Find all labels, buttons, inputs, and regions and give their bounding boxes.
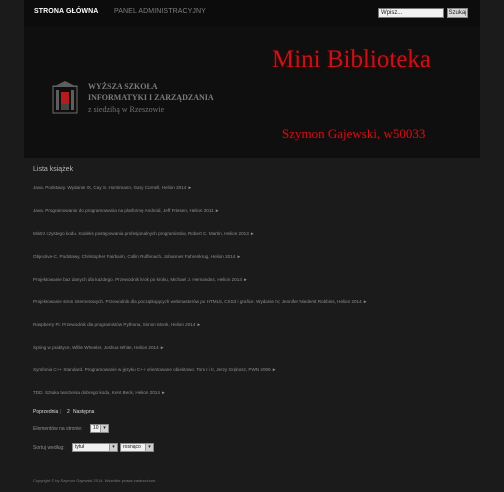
pagination-next-link[interactable]: Następna [73,409,94,415]
nav-home-link[interactable]: STRONA GŁÓWNA [34,8,98,15]
header-banner: WYŻSZA SZKOŁA INFORMATYKI I ZARZĄDZANIA … [24,26,480,158]
search-input[interactable]: Wpisz... [378,8,444,18]
sort-field-value: tytuł [75,444,85,450]
school-name-line2: INFORMATYKI I ZARZĄDZANIA [88,93,214,102]
top-navigation-bar: STRONA GŁÓWNA PANEL ADMINISTRACYJNY Wpis… [24,0,480,26]
pagination-separator: | [60,409,62,415]
sort-order-value: rosnąco [123,444,141,450]
per-page-value: 10 [93,425,99,431]
author-name: Szymon Gajewski, w50033 [282,126,426,141]
pagination-current-page: 2 [67,409,70,415]
per-page-label: Elementów na stronie: [33,426,83,432]
school-location: z siedzibą w Rzeszowie [88,105,165,114]
book-list-item[interactable]: Mistrz czystego kodu. Kodeks postępowani… [33,231,255,236]
per-page-select[interactable]: 10 ▾ [90,424,109,433]
nav-admin-link[interactable]: PANEL ADMINISTRACYJNY [114,8,206,15]
school-logo-icon [52,81,78,114]
sort-order-select[interactable]: rosnąco ▾ [120,443,154,452]
book-list-item[interactable]: Java. Podstawy. Wydanie IX, Cay S. Horst… [33,185,192,190]
chevron-down-icon: ▾ [100,425,108,432]
sort-label: Sortuj według: [33,445,65,451]
book-list-item[interactable]: Symfonia C++ Standard. Programowanie w j… [33,367,276,372]
book-list-item[interactable]: Projektowanie baz danych dla każdego. Pr… [33,277,248,282]
footer-copyright: Copyright © by Szymon Gajewski 2014. Wsz… [33,478,157,483]
book-list-item[interactable]: Projektowanie stron internetowych. Przew… [33,299,367,304]
site-title: Mini Biblioteka [272,46,432,73]
sort-field-select[interactable]: tytuł ▾ [72,443,118,452]
search-button[interactable]: Szukaj [447,8,468,18]
book-list-item[interactable]: TDD. Sztuka tworzenia dobrego kodu, Kent… [33,390,166,395]
book-list-item[interactable]: Java. Programowanie do programowania na … [33,208,219,213]
book-list-item[interactable]: Raspberry Pi. Przewodnik dla programistó… [33,322,201,327]
chevron-down-icon: ▾ [109,444,117,451]
pagination-prev-link[interactable]: Poprzednia [33,409,58,415]
book-list-item[interactable]: Objective-C. Podstawy, Christopher Fairb… [33,254,241,259]
book-list-item[interactable]: Spring w praktyce, Willie Wheeler, Joshu… [33,345,164,350]
book-list-title: Lista książek [33,166,74,173]
school-name-line1: WYŻSZA SZKOŁA [88,82,158,91]
chevron-down-icon: ▾ [145,444,153,451]
